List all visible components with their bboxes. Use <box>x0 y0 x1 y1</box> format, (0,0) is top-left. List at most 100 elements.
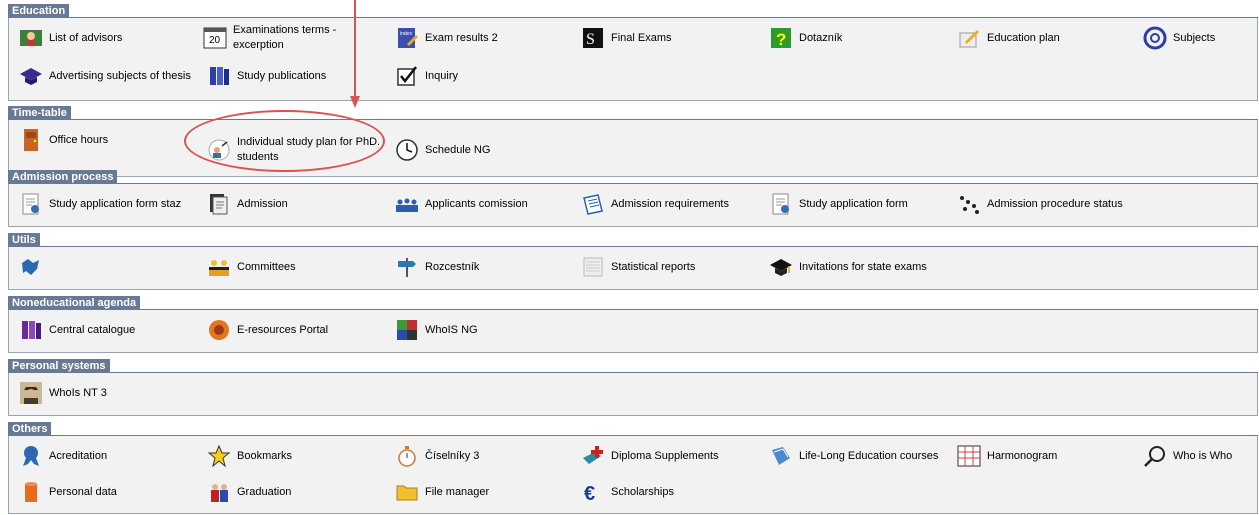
svg-text:€: € <box>584 483 595 504</box>
books-icon <box>205 62 233 90</box>
item-label: Study publications <box>237 69 327 82</box>
item-ciselniky[interactable]: Číselníky 3 <box>393 440 479 472</box>
graduation-cap-icon <box>17 62 45 90</box>
magnifier-icon <box>1141 442 1169 470</box>
pencil-paper-icon <box>955 24 983 52</box>
section-header: Utils <box>8 233 40 247</box>
svg-text:S: S <box>586 31 595 48</box>
item-label: Admission procedure status <box>987 197 1123 210</box>
clock-icon <box>393 136 421 164</box>
item-office-hours[interactable]: Office hours <box>17 124 108 156</box>
item-study-publications[interactable]: Study publications <box>205 60 326 92</box>
section-header: Time-table <box>8 106 71 120</box>
checkbox-icon <box>393 62 421 90</box>
section-header: Others <box>8 422 52 436</box>
item-exam-results[interactable]: index Exam results 2 <box>393 22 498 54</box>
advisors-icon <box>17 24 45 52</box>
svg-text:20: 20 <box>209 35 221 46</box>
item-central-catalogue[interactable]: Central catalogue <box>17 314 135 346</box>
item-list-of-advisors[interactable]: List of advisors <box>17 22 122 54</box>
item-label: Committees <box>237 260 296 273</box>
item-advertising-subjects[interactable]: Advertising subjects of thesis <box>17 60 191 92</box>
catalogue-icon <box>17 316 45 344</box>
section-noneducational-agenda: Noneducational agenda Central catalogue … <box>8 296 1258 354</box>
item-admission-procedure-status[interactable]: Admission procedure status <box>955 188 1123 220</box>
item-file-manager[interactable]: File manager <box>393 476 489 508</box>
item-statistical-reports[interactable]: Statistical reports <box>579 251 695 283</box>
section-header: Personal systems <box>8 359 110 373</box>
item-label: File manager <box>425 485 490 498</box>
item-education-plan[interactable]: Education plan <box>955 22 1060 54</box>
item-label: Applicants comission <box>425 197 528 210</box>
door-icon <box>17 126 45 154</box>
item-dotaznik[interactable]: ? Dotazník <box>767 22 842 54</box>
item-applicants-comission[interactable]: Applicants comission <box>393 188 528 220</box>
item-label: List of advisors <box>49 31 123 44</box>
section-body: Study application form staz Admission Ap… <box>8 184 1258 227</box>
item-study-application-form-staz[interactable]: Study application form staz <box>17 188 181 220</box>
committee-icon <box>205 253 233 281</box>
item-life-long-education[interactable]: Life-Long Education courses <box>767 440 938 472</box>
section-admission-process: Admission process Study application form… <box>8 170 1258 228</box>
cylinder-icon <box>17 478 45 506</box>
notepad-icon <box>579 190 607 218</box>
item-label: Admission <box>237 197 288 210</box>
section-body: Committees Rozcestník Statistical report… <box>8 247 1258 290</box>
item-rozcestnik[interactable]: Rozcestník <box>393 251 479 283</box>
report-icon <box>579 253 607 281</box>
item-label: Life-Long Education courses <box>799 449 939 462</box>
item-graduation[interactable]: Graduation <box>205 476 291 508</box>
map-icon <box>17 253 45 281</box>
section-personal-systems: Personal systems WhoIs NT 3 <box>8 359 1258 417</box>
item-schedule-ng[interactable]: Schedule NG <box>393 134 490 166</box>
item-acreditation[interactable]: Acreditation <box>17 440 107 472</box>
item-label: Číselníky 3 <box>425 449 480 462</box>
application-form-icon <box>17 190 45 218</box>
item-whois-ng[interactable]: WhoIS NG <box>393 314 478 346</box>
item-label: Central catalogue <box>49 323 136 336</box>
signpost-icon <box>393 253 421 281</box>
item-admission[interactable]: Admission <box>205 188 288 220</box>
calendar-grid-icon <box>955 442 983 470</box>
item-admission-requirements[interactable]: Admission requirements <box>579 188 729 220</box>
item-label: Study application form <box>799 197 908 210</box>
item-who-is-who[interactable]: Who is Who <box>1141 440 1232 472</box>
item-scholarships[interactable]: € Scholarships <box>579 476 674 508</box>
item-examinations-terms[interactable]: 20 Examinations terms - excerption <box>201 22 351 54</box>
item-diploma-supplements[interactable]: Diploma Supplements <box>579 440 719 472</box>
folder-icon <box>393 478 421 506</box>
item-harmonogram[interactable]: Harmonogram <box>955 440 1057 472</box>
item-label: Subjects <box>1173 31 1216 44</box>
book-blue-icon <box>767 442 795 470</box>
item-personal-data[interactable]: Personal data <box>17 476 117 508</box>
item-label: Rozcestník <box>425 260 480 273</box>
puzzle-icon <box>393 316 421 344</box>
item-committees[interactable]: Committees <box>205 251 296 283</box>
item-invitations-for-state-exams[interactable]: Invitations for state exams <box>767 251 927 283</box>
item-label: Scholarships <box>611 485 674 498</box>
item-final-exams[interactable]: S Final Exams <box>579 22 672 54</box>
final-exams-icon: S <box>579 24 607 52</box>
item-subjects[interactable]: Subjects <box>1141 22 1215 54</box>
item-whois-nt3[interactable]: WhoIs NT 3 <box>17 377 107 409</box>
item-label: Individual study plan for PhD. students <box>237 136 381 163</box>
item-label: Examinations terms - excerption <box>233 24 337 51</box>
section-header: Noneducational agenda <box>8 296 141 310</box>
item-map[interactable] <box>17 251 49 283</box>
section-body: List of advisors 20 Examinations terms -… <box>8 18 1258 101</box>
euro-icon: € <box>579 478 607 506</box>
item-study-application-form[interactable]: Study application form <box>767 188 908 220</box>
section-body: Office hours Individual study plan for P… <box>8 120 1258 177</box>
item-label: Acreditation <box>49 449 108 462</box>
item-label: Final Exams <box>611 31 672 44</box>
item-inquiry[interactable]: Inquiry <box>393 60 458 92</box>
section-education: Education List of advisors 20 Examinatio… <box>8 4 1258 101</box>
section-header: Education <box>8 4 70 18</box>
section-body: Acreditation Bookmarks Číselníky 3 Diplo… <box>8 436 1258 514</box>
item-individual-study-plan[interactable]: Individual study plan for PhD. students <box>205 134 395 166</box>
item-e-resources-portal[interactable]: E-resources Portal <box>205 314 328 346</box>
section-body: Central catalogue E-resources Portal Who… <box>8 310 1258 353</box>
item-bookmarks[interactable]: Bookmarks <box>205 440 292 472</box>
section-body: WhoIs NT 3 <box>8 373 1258 416</box>
graduation-icon <box>205 478 233 506</box>
